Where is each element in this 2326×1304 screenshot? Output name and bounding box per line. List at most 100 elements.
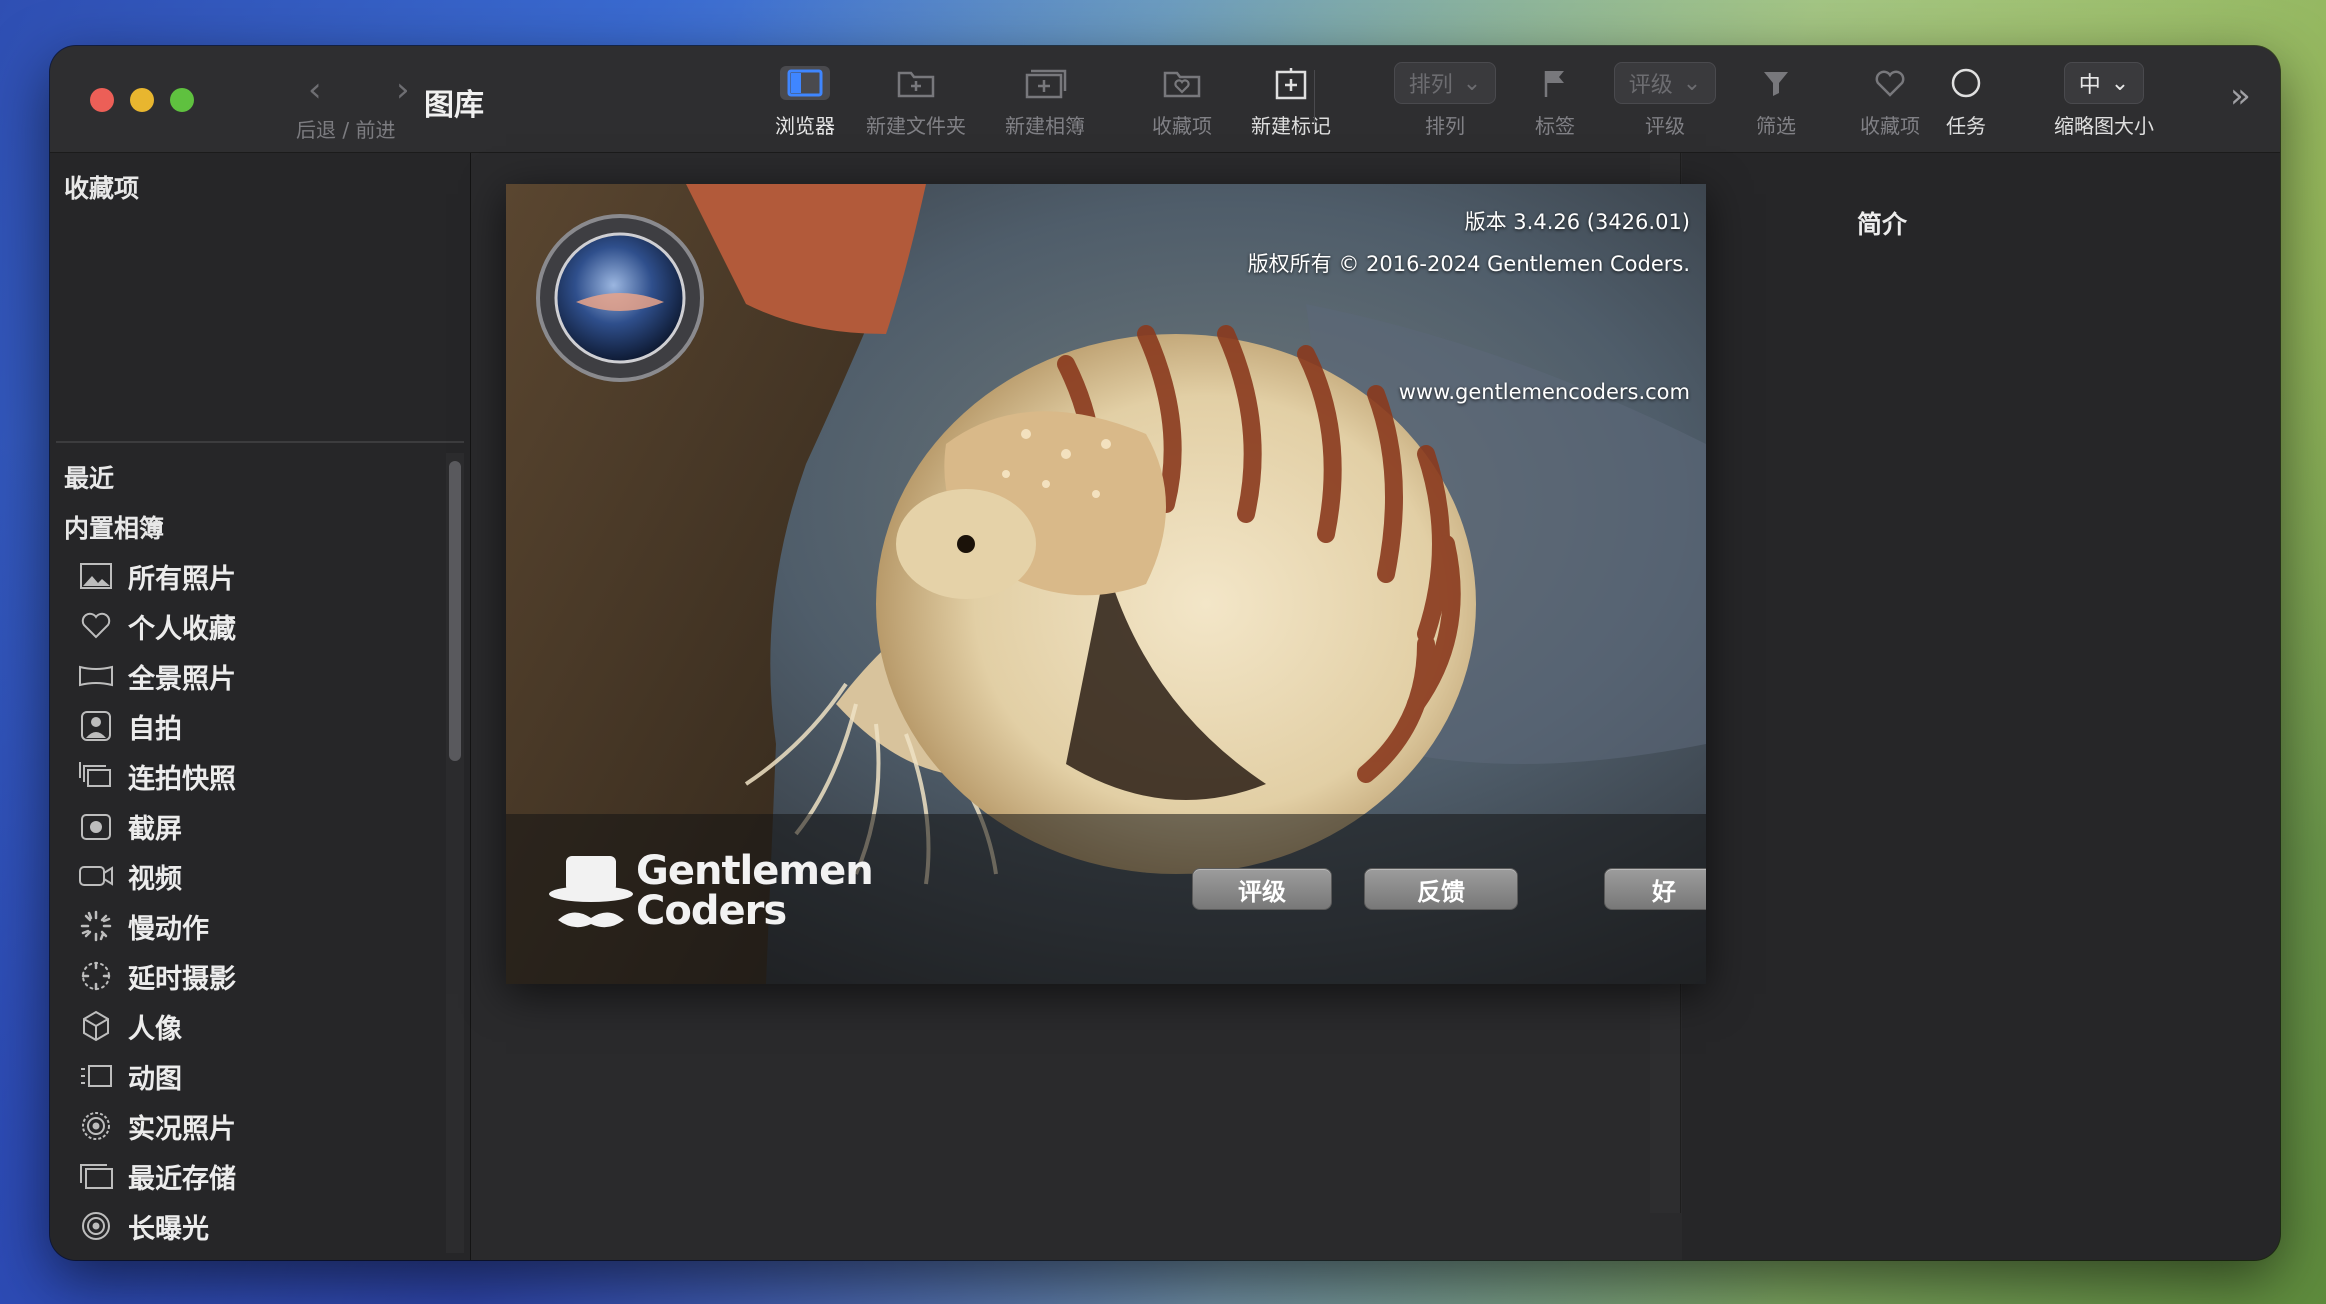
sort-label: 排列 bbox=[1425, 114, 1465, 138]
sidebar-scrollbar[interactable] bbox=[446, 453, 464, 1253]
sidebar-item-timelapse[interactable]: 延时摄影 bbox=[78, 951, 236, 1001]
sort-popup[interactable]: 排列 ⌄ bbox=[1393, 62, 1497, 104]
favorites-label: 收藏项 bbox=[1860, 114, 1920, 138]
new-folder-label: 新建文件夹 bbox=[866, 114, 966, 138]
chevron-down-icon: ⌄ bbox=[1462, 70, 1482, 96]
sidebar-item-label: 所有照片 bbox=[128, 563, 236, 595]
selfie-icon bbox=[78, 710, 114, 742]
slomo-icon bbox=[78, 910, 114, 942]
version-text: 版本 3.4.26 (3426.01) bbox=[1464, 210, 1690, 234]
sidebar-item-animated[interactable]: 动图 bbox=[78, 1051, 236, 1101]
sidebar-item-label: 动图 bbox=[128, 1063, 182, 1095]
sidebar-divider bbox=[56, 441, 464, 443]
close-window-button[interactable] bbox=[90, 88, 114, 112]
toolbar: ‹ › 后退 / 前进 图库 浏览器 新建文件夹 新建相簿 收藏项 新建标记 排… bbox=[50, 46, 2280, 153]
rating-popup[interactable]: 评级 ⌄ bbox=[1613, 62, 1717, 104]
back-forward-control: ‹ › 后退 / 前进 bbox=[256, 70, 436, 142]
sidebar-item-recently-saved[interactable]: 最近存储 bbox=[78, 1151, 236, 1201]
new-tag-button[interactable]: 新建标记 bbox=[1236, 64, 1346, 144]
rating-control[interactable]: 评级 ⌄ 评级 bbox=[1610, 62, 1720, 144]
filter-button[interactable]: 筛选 bbox=[1746, 64, 1806, 144]
sidebar-item-slomo[interactable]: 慢动作 bbox=[78, 901, 236, 951]
new-album-button[interactable]: 新建相簿 bbox=[980, 64, 1110, 144]
brand-name-line2: Coders bbox=[636, 888, 787, 934]
sidebar-item-label: 最近存储 bbox=[128, 1163, 236, 1195]
sidebar-item-label: 延时摄影 bbox=[128, 963, 236, 995]
toolbar-overflow-icon[interactable]: » bbox=[2230, 76, 2251, 116]
sidebar-item-selfies[interactable]: 自拍 bbox=[78, 701, 236, 751]
new-tag-icon bbox=[1236, 64, 1346, 102]
screenshot-icon bbox=[78, 810, 114, 842]
zoom-window-button[interactable] bbox=[170, 88, 194, 112]
thumbnail-size-value: 中 bbox=[2078, 73, 2101, 98]
video-icon bbox=[78, 860, 114, 892]
tags-button[interactable]: 标签 bbox=[1520, 64, 1590, 144]
builtin-albums-list: 所有照片 个人收藏 全景照片 自拍 连拍快照 截屏 视频 慢动作 延时摄影 人像… bbox=[78, 551, 236, 1251]
chevron-down-icon: ⌄ bbox=[1682, 70, 1702, 96]
ok-button[interactable]: 好 bbox=[1604, 868, 1706, 910]
rating-value: 评级 bbox=[1628, 73, 1673, 98]
info-panel-title: 简介 bbox=[1856, 210, 1907, 239]
new-album-label: 新建相簿 bbox=[1005, 114, 1085, 138]
tasks-button[interactable]: 任务 bbox=[1936, 64, 1996, 144]
heart-icon bbox=[78, 610, 114, 642]
sidebar-item-all-photos[interactable]: 所有照片 bbox=[78, 551, 236, 601]
filter-label: 筛选 bbox=[1756, 114, 1796, 138]
sidebar-item-portrait[interactable]: 人像 bbox=[78, 1001, 236, 1051]
website-link[interactable]: www.gentlemencoders.com bbox=[1399, 380, 1690, 404]
favorites-section-header: 收藏项 bbox=[64, 174, 140, 203]
recently-saved-icon bbox=[78, 1160, 114, 1192]
feedback-button[interactable]: 反馈 bbox=[1364, 868, 1518, 910]
builtin-albums-header: 内置相簿 bbox=[64, 514, 165, 543]
live-photo-icon bbox=[78, 1110, 114, 1142]
add-favorite-button[interactable]: 收藏项 bbox=[1130, 64, 1234, 144]
favorites-button[interactable]: 收藏项 bbox=[1840, 64, 1940, 144]
window-title: 图库 bbox=[424, 88, 484, 123]
new-folder-icon bbox=[846, 64, 986, 102]
sidebar-item-videos[interactable]: 视频 bbox=[78, 851, 236, 901]
new-folder-button[interactable]: 新建文件夹 bbox=[846, 64, 986, 144]
copyright-text: 版权所有 © 2016-2024 Gentlemen Coders. bbox=[1247, 252, 1690, 276]
chevron-right-icon[interactable]: › bbox=[396, 70, 410, 110]
sidebar-item-bursts[interactable]: 连拍快照 bbox=[78, 751, 236, 801]
timelapse-icon bbox=[78, 960, 114, 992]
sidebar-item-label: 连拍快照 bbox=[128, 763, 236, 795]
sidebar-item-screenshots[interactable]: 截屏 bbox=[78, 801, 236, 851]
panorama-icon bbox=[78, 660, 114, 692]
rate-button[interactable]: 评级 bbox=[1192, 868, 1332, 910]
burst-icon bbox=[78, 760, 114, 792]
tasks-circle-icon bbox=[1936, 64, 1996, 102]
thumbnail-size-control[interactable]: 中 ⌄ 缩略图大小 bbox=[2046, 62, 2162, 144]
minimize-window-button[interactable] bbox=[130, 88, 154, 112]
tags-label: 标签 bbox=[1535, 114, 1575, 138]
browser-button[interactable]: 浏览器 bbox=[750, 64, 860, 144]
sidebar-item-live-photos[interactable]: 实况照片 bbox=[78, 1101, 236, 1151]
chevron-left-icon[interactable]: ‹ bbox=[308, 70, 322, 110]
filter-funnel-icon bbox=[1746, 64, 1806, 102]
thumbnail-size-popup[interactable]: 中 ⌄ bbox=[2063, 62, 2145, 104]
sidebar-item-favorites[interactable]: 个人收藏 bbox=[78, 601, 236, 651]
sort-control[interactable]: 排列 ⌄ 排列 bbox=[1390, 62, 1500, 144]
heart-icon bbox=[1840, 64, 1940, 102]
portrait-cube-icon bbox=[78, 1010, 114, 1042]
new-album-icon bbox=[980, 64, 1110, 102]
back-forward-label: 后退 / 前进 bbox=[296, 118, 396, 142]
photos-icon bbox=[78, 560, 114, 592]
sort-value: 排列 bbox=[1408, 73, 1453, 98]
about-dialog: 版本 3.4.26 (3426.01) 版权所有 © 2016-2024 Gen… bbox=[506, 184, 1706, 984]
sidebar-item-label: 实况照片 bbox=[128, 1113, 236, 1145]
browser-label: 浏览器 bbox=[775, 114, 835, 138]
thumbnail-size-label: 缩略图大小 bbox=[2054, 114, 2154, 138]
sidebar-item-panoramas[interactable]: 全景照片 bbox=[78, 651, 236, 701]
sidebar-item-label: 截屏 bbox=[128, 813, 182, 845]
sidebar-item-label: 慢动作 bbox=[128, 913, 209, 945]
sidebar: 收藏项 最近 内置相簿 所有照片 个人收藏 全景照片 自拍 连拍快照 截屏 视频… bbox=[50, 153, 471, 1260]
scrollbar-thumb[interactable] bbox=[449, 461, 461, 761]
sidebar-item-long-exposure[interactable]: 长曝光 bbox=[78, 1201, 236, 1251]
sidebar-item-label: 长曝光 bbox=[128, 1213, 209, 1245]
recent-section-header[interactable]: 最近 bbox=[64, 459, 114, 495]
sidebar-item-label: 个人收藏 bbox=[128, 613, 236, 645]
chevron-down-icon: ⌄ bbox=[2110, 70, 2130, 96]
rating-label: 评级 bbox=[1645, 114, 1685, 138]
animated-icon bbox=[78, 1060, 114, 1092]
